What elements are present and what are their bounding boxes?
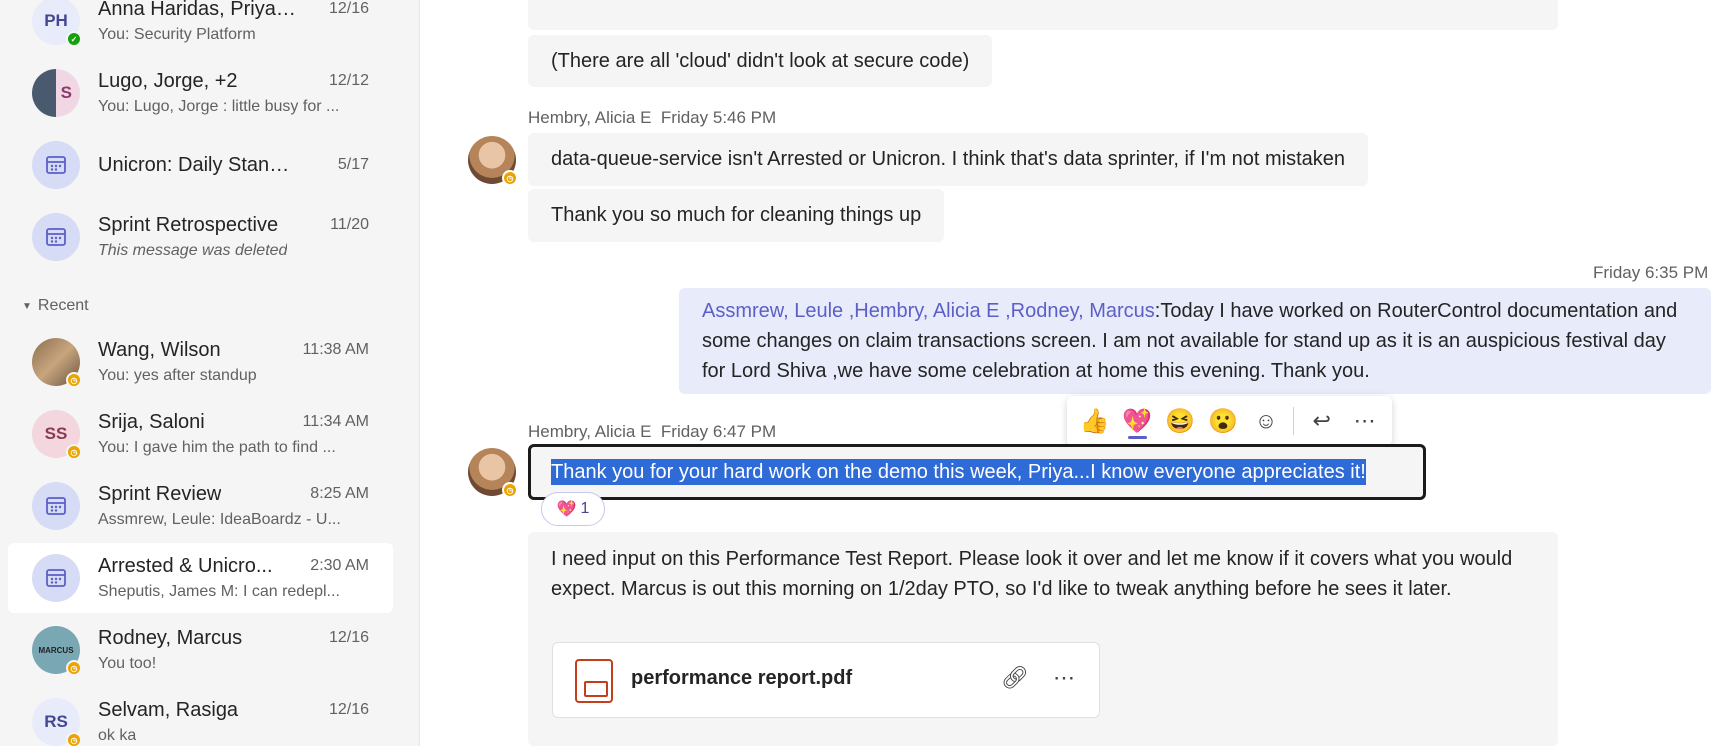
sender-avatar[interactable]: ◷ (468, 136, 518, 186)
self-message-bubble[interactable]: Assmrew, Leule ,Hembry, Alicia E ,Rodney… (679, 288, 1711, 394)
mention[interactable]: Assmrew, Leule (702, 300, 843, 322)
reaction-count: 1 (580, 500, 590, 517)
chat-time: 12/12 (328, 72, 369, 89)
chat-time: 12/16 (328, 0, 369, 17)
calendar-icon (32, 141, 80, 189)
chat-preview: Assmrew, Leule: IdeaBoardz - U... (98, 511, 341, 528)
chat-time: 5/17 (337, 156, 369, 173)
chat-name: Lugo, Jorge, +2 (98, 70, 238, 92)
chat-name: Anna Haridas, Priyat... (98, 0, 298, 20)
avatar: SS ◷ (32, 410, 82, 460)
calendar-icon (32, 213, 80, 261)
sender-avatar[interactable]: ◷ (468, 448, 518, 498)
chat-name: Arrested & Unicro... (98, 555, 273, 577)
selected-message-bubble[interactable]: Thank you for your hard work on the demo… (528, 444, 1426, 500)
avatar: RS ◷ (32, 698, 82, 746)
chat-item-selvam-rasiga[interactable]: RS ◷ Selvam, Rasiga 12/16 ok ka (8, 687, 393, 746)
chat-name: Sprint Review (98, 483, 222, 505)
chat-name: Sprint Retrospective (98, 214, 279, 236)
chat-time: 12/16 (328, 701, 369, 718)
chat-time: 12/16 (328, 629, 369, 646)
file-attachment-card[interactable]: performance report.pdf 🔗︎ ⋯ (552, 642, 1100, 718)
conversation-pane: (There are all 'cloud' didn't look at se… (421, 0, 1721, 746)
chat-preview: You: I gave him the path to find ... (98, 439, 336, 456)
reaction-toolbar: 👍 💖 😆 😮 ☺ ↩ ⋯ (1067, 396, 1392, 446)
chat-name: Unicron: Daily Stand Up (98, 154, 298, 176)
file-name[interactable]: performance report.pdf (631, 667, 852, 690)
add-reaction-icon[interactable]: ☺ (1247, 401, 1286, 441)
message-bubble[interactable]: Thank you so much for cleaning things up (528, 189, 945, 242)
presence-away-icon: ◷ (66, 660, 82, 676)
chat-item-sprint-retrospective[interactable]: Sprint Retrospective 11/20 This message … (8, 202, 393, 272)
presence-away-icon: ◷ (66, 372, 82, 388)
file-more-options-icon[interactable]: ⋯ (1053, 665, 1075, 691)
laugh-reaction-button[interactable]: 😆 (1161, 401, 1200, 441)
reply-icon[interactable]: ↩ (1302, 401, 1341, 441)
heart-reaction-button[interactable]: 💖 (1118, 401, 1157, 441)
self-message-time: Friday 6:35 PM (1593, 263, 1709, 282)
message-sender-line: Hembry, Alicia E Friday 6:47 PM (528, 422, 777, 441)
chat-time: 2:30 AM (310, 557, 369, 574)
presence-away-icon: ◷ (502, 482, 518, 498)
chat-item-lugo-jorge[interactable]: S Lugo, Jorge, +2 12/12 You: Lugo, Jorge… (8, 58, 393, 128)
presence-away-icon: ◷ (66, 444, 82, 460)
avatar-group: S (32, 69, 80, 117)
copy-link-icon[interactable]: 🔗︎ (1001, 665, 1029, 691)
surprised-reaction-button[interactable]: 😮 (1204, 401, 1243, 441)
like-reaction-button[interactable]: 👍 (1075, 401, 1114, 441)
avatar: ◷ (32, 338, 82, 388)
chat-preview: ok ka (98, 727, 137, 744)
selected-message-text[interactable]: Thank you for your hard work on the demo… (551, 459, 1366, 485)
heart-icon: 💖 (556, 501, 577, 518)
message-bubble[interactable]: data-queue-service isn't Arrested or Uni… (528, 133, 1369, 186)
recent-section-toggle[interactable]: ▼ Recent (22, 297, 89, 315)
chat-name: Wang, Wilson (98, 339, 221, 361)
caret-down-icon: ▼ (22, 300, 32, 312)
chat-preview: Sheputis, James M: I can redepl... (98, 583, 340, 600)
calendar-icon (32, 482, 80, 530)
mention[interactable]: ,Hembry, Alicia E (843, 300, 1000, 322)
chat-item-arrested-unicron[interactable]: Arrested & Unicro... 2:30 AM Sheputis, J… (8, 543, 393, 613)
chat-preview: You: Security Platform (98, 26, 256, 43)
chat-name: Srija, Saloni (98, 411, 205, 433)
chat-preview: You: Lugo, Jorge : little busy for ... (98, 98, 340, 115)
mention[interactable]: ,Rodney, Marcus (1000, 300, 1155, 322)
avatar: PH ✓ (32, 0, 82, 47)
toolbar-divider (1293, 407, 1295, 435)
chat-item-rodney-marcus[interactable]: MARCUS ◷ Rodney, Marcus 12/16 You too! (8, 615, 393, 685)
chat-item-sprint-review[interactable]: Sprint Review 8:25 AM Assmrew, Leule: Id… (8, 471, 393, 541)
more-options-icon[interactable]: ⋯ (1345, 401, 1384, 441)
avatar: MARCUS ◷ (32, 626, 82, 676)
chat-list-sidebar: PH ✓ Anna Haridas, Priyat... 12/16 You: … (0, 0, 420, 746)
recent-section-label: Recent (37, 297, 89, 314)
chat-preview: This message was deleted (98, 242, 288, 259)
chat-time: 11:34 AM (302, 413, 369, 430)
heart-reaction-count[interactable]: 💖 1 (541, 492, 605, 526)
chat-name: Rodney, Marcus (98, 627, 243, 649)
calendar-icon (32, 554, 80, 602)
chat-item-srija-saloni[interactable]: SS ◷ Srija, Saloni 11:34 AM You: I gave … (8, 399, 393, 469)
pdf-file-icon (575, 659, 613, 703)
chat-time: 11:38 AM (302, 341, 369, 358)
message-bubble-partial[interactable] (528, 0, 1558, 30)
teams-app: PH ✓ Anna Haridas, Priyat... 12/16 You: … (0, 0, 1721, 746)
chat-item-anna-haridas[interactable]: PH ✓ Anna Haridas, Priyat... 12/16 You: … (8, 0, 393, 56)
chat-item-unicron-standup[interactable]: Unicron: Daily Stand Up 5/17 (8, 130, 393, 200)
message-sender-line: Hembry, Alicia E Friday 5:46 PM (528, 108, 777, 127)
presence-away-icon: ◷ (502, 170, 518, 186)
chat-time: 8:25 AM (310, 485, 369, 502)
chat-preview: You: yes after standup (98, 367, 257, 384)
chat-item-wang-wilson[interactable]: ◷ Wang, Wilson 11:38 AM You: yes after s… (8, 327, 393, 397)
chat-time: 11/20 (330, 216, 369, 233)
chat-preview: You too! (98, 655, 157, 672)
chat-name: Selvam, Rasiga (98, 699, 239, 721)
presence-away-icon: ◷ (66, 732, 82, 746)
message-bubble[interactable]: (There are all 'cloud' didn't look at se… (528, 35, 993, 87)
presence-available-icon: ✓ (66, 31, 82, 47)
